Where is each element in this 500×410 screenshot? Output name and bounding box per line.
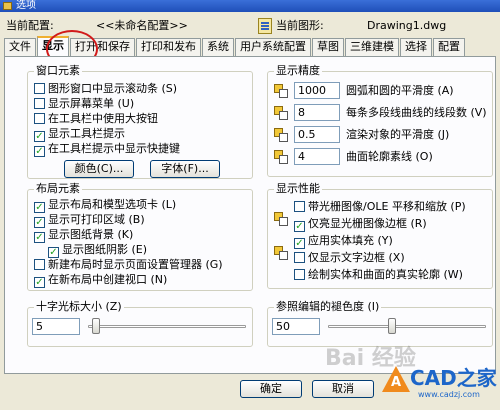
checkmark-icon[interactable]: ✓: [34, 232, 45, 243]
checkmark-icon[interactable]: ✓: [34, 217, 45, 228]
checkbox-box[interactable]: [294, 201, 305, 212]
checkbox-create-viewport[interactable]: ✓ 在新布局中创建视口 (N): [34, 273, 167, 288]
current-drawing-label: 当前图形:: [276, 19, 324, 32]
contour-lines-input[interactable]: 4: [294, 148, 340, 165]
display-tab-pane: 窗口元素 图形窗口中显示滚动条 (S) 显示屏幕菜单 (U) 在工具栏中使用大按…: [4, 56, 496, 374]
checkbox-shortcut-keys-tooltips[interactable]: ✓ 在工具栏提示中显示快捷键: [34, 142, 180, 157]
logo-text: CAD之家: [410, 366, 497, 390]
xref-fading-slider-track[interactable]: [328, 325, 486, 328]
checkbox-raster-ole-pan-zoom[interactable]: 带光栅图像/OLE 平移和缩放 (P): [294, 200, 466, 214]
checkmark-icon[interactable]: ✓: [34, 202, 45, 213]
current-drawing-row: [258, 16, 272, 36]
tab-selection[interactable]: 选择: [400, 38, 432, 56]
crosshair-size-group: 十字光标大小 (Z) 5: [27, 300, 253, 347]
checkmark-icon[interactable]: ✓: [48, 247, 59, 258]
current-profile-value: <<未命名配置>>: [96, 19, 188, 32]
fonts-button[interactable]: 字体(F)...: [150, 160, 220, 178]
tab-system[interactable]: 系统: [202, 38, 234, 56]
checkbox-layout-model-tabs[interactable]: ✓ 显示布局和模型选项卡 (L): [34, 198, 176, 213]
checkbox-box[interactable]: [34, 113, 45, 124]
checkbox-box[interactable]: [294, 252, 305, 263]
cancel-button[interactable]: 取消: [312, 380, 374, 398]
rendered-smoothness-label: 渲染对象的平滑度 (J): [346, 128, 450, 141]
colors-button[interactable]: 颜色(C)...: [64, 160, 134, 178]
logo-url: www.cadzj.com: [418, 390, 480, 399]
app-icon: [3, 2, 12, 10]
xref-fading-slider-thumb[interactable]: [388, 318, 396, 334]
checkbox-tooltips[interactable]: ✓ 显示工具栏提示: [34, 127, 125, 142]
tab-files[interactable]: 文件: [4, 38, 36, 56]
checkbox-printable-area[interactable]: ✓ 显示可打印区域 (B): [34, 213, 145, 228]
checkbox-scrollbars[interactable]: 图形窗口中显示滚动条 (S): [34, 82, 177, 96]
checkbox-large-buttons[interactable]: 在工具栏中使用大按钮: [34, 112, 158, 126]
tab-plot-publish[interactable]: 打印和发布: [136, 38, 201, 56]
drawing-file-icon: [258, 18, 272, 34]
checkbox-box[interactable]: [294, 269, 305, 280]
current-profile-label: 当前配置:: [6, 19, 54, 32]
arc-smoothness-input[interactable]: 1000: [294, 82, 340, 99]
crosshair-size-slider-track[interactable]: [88, 325, 246, 328]
checkbox-box[interactable]: [34, 83, 45, 94]
checkmark-icon[interactable]: ✓: [294, 221, 305, 232]
current-drawing-value: Drawing1.dwg: [367, 19, 447, 32]
checkbox-true-silhouettes[interactable]: 绘制实体和曲面的真实轮廓 (W): [294, 268, 463, 282]
window-elements-group: 窗口元素 图形窗口中显示滚动条 (S) 显示屏幕菜单 (U) 在工具栏中使用大按…: [27, 64, 253, 179]
layout-elements-group: 布局元素 ✓ 显示布局和模型选项卡 (L) ✓ 显示可打印区域 (B) ✓ 显示图纸背…: [27, 182, 253, 291]
tab-profiles[interactable]: 配置: [433, 38, 465, 56]
checkmark-icon[interactable]: ✓: [34, 277, 45, 288]
display-resolution-group: 显示精度 1000 圆弧和圆的平滑度 (A) 8 每条多段线曲线的线段数 (V)…: [267, 64, 493, 177]
display-performance-group: 显示性能 带光栅图像/OLE 平移和缩放 (P) ✓ 仅亮显光栅图像边框 (R) …: [267, 182, 493, 289]
checkbox-page-setup-manager[interactable]: 新建布局时显示页面设置管理器 (G): [34, 258, 223, 272]
checkbox-box[interactable]: [34, 98, 45, 109]
layout-elements-title: 布局元素: [34, 182, 82, 196]
display-resolution-title: 显示精度: [274, 64, 322, 78]
xref-fading-input[interactable]: 50: [272, 318, 320, 335]
window-title: 选项: [16, 0, 36, 11]
checkbox-paper-shadow[interactable]: ✓ 显示图纸阴影 (E): [48, 243, 147, 258]
crosshair-size-title: 十字光标大小 (Z): [34, 300, 124, 314]
checkbox-screen-menu[interactable]: 显示屏幕菜单 (U): [34, 97, 134, 111]
tab-user-preferences[interactable]: 用户系统配置: [235, 38, 311, 56]
window-elements-title: 窗口元素: [34, 64, 82, 78]
tab-drafting[interactable]: 草图: [312, 38, 344, 56]
arc-smoothness-label: 圆弧和圆的平滑度 (A): [346, 84, 454, 97]
cad-home-logo: A CAD之家 www.cadzj.com: [382, 362, 497, 406]
checkbox-box[interactable]: [34, 259, 45, 270]
crosshair-size-slider-thumb[interactable]: [92, 318, 100, 334]
rendered-smoothness-input[interactable]: 0.5: [294, 126, 340, 143]
contour-lines-label: 曲面轮廓素线 (O): [346, 150, 433, 163]
performance-icon: [274, 246, 288, 260]
checkmark-icon[interactable]: ✓: [294, 238, 305, 249]
checkbox-text-boundary[interactable]: 仅显示文字边框 (X): [294, 251, 405, 265]
arc-smoothness-icon: [274, 84, 288, 98]
polyline-segments-label: 每条多段线曲线的线段数 (V): [346, 106, 487, 119]
crosshair-size-input[interactable]: 5: [32, 318, 80, 335]
rendered-smoothness-icon: [274, 128, 288, 142]
performance-icon: [274, 212, 288, 226]
checkmark-icon[interactable]: ✓: [34, 146, 45, 157]
title-bar: 选项: [0, 0, 500, 12]
checkmark-icon[interactable]: ✓: [34, 131, 45, 142]
xref-fading-title: 参照编辑的褪色度 (I): [274, 300, 382, 314]
contour-lines-icon: [274, 150, 288, 164]
checkbox-solid-fill[interactable]: ✓ 应用实体填充 (Y): [294, 234, 393, 249]
display-performance-title: 显示性能: [274, 182, 322, 196]
tab-3d-modeling[interactable]: 三维建模: [345, 38, 399, 56]
polyline-segments-icon: [274, 106, 288, 120]
checkbox-highlight-raster-frame[interactable]: ✓ 仅亮显光栅图像边框 (R): [294, 217, 427, 232]
ok-button[interactable]: 确定: [240, 380, 302, 398]
polyline-segments-input[interactable]: 8: [294, 104, 340, 121]
checkbox-paper-background[interactable]: ✓ 显示图纸背景 (K): [34, 228, 133, 243]
logo-mark: A: [391, 375, 402, 390]
